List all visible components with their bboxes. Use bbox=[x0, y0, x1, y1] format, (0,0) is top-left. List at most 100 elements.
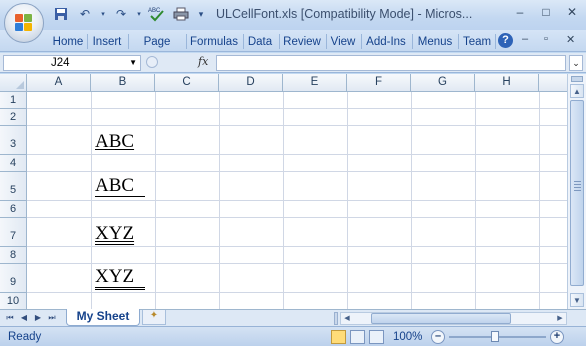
row-header-6[interactable]: 6 bbox=[0, 201, 27, 218]
ribbon-minimize-icon[interactable]: – bbox=[522, 33, 528, 45]
tab-data[interactable]: Data bbox=[245, 33, 275, 51]
row-header-5[interactable]: 5 bbox=[0, 172, 27, 201]
tab-review[interactable]: Review bbox=[281, 33, 323, 51]
gridline bbox=[27, 292, 567, 293]
page-layout-view-button[interactable] bbox=[350, 330, 365, 344]
status-bar: Ready 100% – + bbox=[0, 326, 586, 346]
scroll-left-icon[interactable]: ◀ bbox=[341, 313, 353, 324]
tab-menus[interactable]: Menus bbox=[415, 33, 455, 51]
cell-b7[interactable]: XYZ bbox=[95, 224, 134, 244]
row-header-2[interactable]: 2 bbox=[0, 109, 27, 126]
vertical-scrollbar[interactable]: ▲ ▼ bbox=[567, 74, 586, 309]
split-box[interactable] bbox=[571, 76, 583, 82]
insert-function-icon[interactable]: fx bbox=[198, 55, 208, 68]
name-box-value: J24 bbox=[51, 57, 70, 69]
sheet-tab-bar: ⏮ ◀ ▶ ⏭ My Sheet ✦ ◀ ▶ bbox=[0, 309, 586, 326]
column-header-e[interactable]: E bbox=[283, 74, 347, 92]
cell-b3[interactable]: ABC bbox=[95, 132, 134, 152]
save-icon[interactable] bbox=[52, 6, 70, 22]
title-bar: ↶ ▾ ↷ ▾ ABC ▾ ULCellFont.xls [Compatibil… bbox=[0, 0, 586, 30]
office-logo-icon bbox=[15, 14, 33, 32]
status-text: Ready bbox=[8, 331, 42, 343]
row-header-7[interactable]: 7 bbox=[0, 218, 27, 247]
insert-sheet-icon[interactable]: ✦ bbox=[142, 310, 166, 325]
tab-separator bbox=[243, 34, 244, 49]
tab-add-ins[interactable]: Add-Ins bbox=[364, 33, 408, 51]
gridline bbox=[27, 108, 567, 109]
tab-view[interactable]: View bbox=[328, 33, 358, 51]
formula-input[interactable] bbox=[216, 55, 566, 71]
office-button[interactable] bbox=[4, 3, 44, 43]
tab-separator bbox=[458, 34, 459, 49]
scroll-up-icon[interactable]: ▲ bbox=[570, 84, 584, 98]
gridline bbox=[27, 171, 567, 172]
name-box[interactable]: J24 ▼ bbox=[3, 55, 141, 71]
horizontal-scrollbar[interactable]: ◀ ▶ bbox=[340, 312, 567, 325]
cell-b9[interactable]: XYZ bbox=[95, 267, 146, 290]
undo-icon[interactable]: ↶ bbox=[76, 6, 94, 22]
tab-split-handle[interactable] bbox=[334, 312, 338, 325]
redo-icon[interactable]: ↷ bbox=[112, 6, 130, 22]
last-sheet-icon[interactable]: ⏭ bbox=[46, 312, 58, 324]
scroll-down-icon[interactable]: ▼ bbox=[570, 293, 584, 307]
row-header-8[interactable]: 8 bbox=[0, 247, 27, 264]
tab-separator bbox=[186, 34, 187, 49]
select-all-corner[interactable] bbox=[0, 74, 27, 92]
column-header-i[interactable] bbox=[539, 74, 567, 92]
customize-toolbar-icon[interactable]: ▾ bbox=[196, 6, 206, 22]
tab-formulas[interactable]: Formulas bbox=[188, 33, 240, 51]
row-header-1[interactable]: 1 bbox=[0, 92, 27, 109]
formula-circle-icon bbox=[146, 56, 158, 68]
undo-dropdown-icon[interactable]: ▾ bbox=[100, 6, 106, 22]
sheet-tab-my-sheet[interactable]: My Sheet bbox=[66, 309, 140, 326]
column-header-c[interactable]: C bbox=[155, 74, 219, 92]
minimize-button[interactable]: – bbox=[510, 4, 530, 20]
zoom-in-button[interactable]: + bbox=[550, 330, 564, 344]
vertical-scroll-thumb[interactable] bbox=[570, 100, 584, 286]
column-header-a[interactable]: A bbox=[27, 74, 91, 92]
workbook-close-icon[interactable]: ✕ bbox=[566, 33, 575, 46]
zoom-level[interactable]: 100% bbox=[393, 331, 422, 343]
spelling-icon[interactable]: ABC bbox=[148, 6, 166, 22]
zoom-slider-thumb[interactable] bbox=[491, 331, 499, 342]
window-controls: – □ ✕ bbox=[510, 4, 582, 20]
name-box-dropdown-icon[interactable]: ▼ bbox=[129, 56, 137, 70]
column-header-d[interactable]: D bbox=[219, 74, 283, 92]
tab-home[interactable]: Home bbox=[50, 33, 86, 51]
column-header-b[interactable]: B bbox=[91, 74, 155, 92]
ribbon-tabs: Home Insert Page Layo Formulas Data Revi… bbox=[0, 30, 586, 52]
maximize-button[interactable]: □ bbox=[536, 4, 556, 20]
row-header-4[interactable]: 4 bbox=[0, 155, 27, 172]
redo-dropdown-icon[interactable]: ▾ bbox=[136, 6, 142, 22]
horizontal-scroll-thumb[interactable] bbox=[371, 313, 511, 324]
close-button[interactable]: ✕ bbox=[562, 4, 582, 20]
tab-separator bbox=[128, 34, 129, 49]
tab-page-layout[interactable]: Page Layo bbox=[130, 33, 184, 51]
tab-separator bbox=[87, 34, 88, 49]
page-break-preview-button[interactable] bbox=[369, 330, 384, 344]
column-header-f[interactable]: F bbox=[347, 74, 411, 92]
next-sheet-icon[interactable]: ▶ bbox=[32, 312, 44, 324]
print-icon[interactable] bbox=[172, 6, 190, 22]
ribbon-restore-icon[interactable]: ▫ bbox=[544, 33, 548, 45]
formula-bar: J24 ▼ fx ⌄ bbox=[0, 53, 586, 73]
row-header-9[interactable]: 9 bbox=[0, 264, 27, 293]
column-header-g[interactable]: G bbox=[411, 74, 475, 92]
row-header-3[interactable]: 3 bbox=[0, 126, 27, 155]
grip-line bbox=[574, 184, 581, 185]
gridline bbox=[27, 125, 567, 126]
zoom-out-button[interactable]: – bbox=[431, 330, 445, 344]
worksheet-grid[interactable]: A B C D E F G H 1 2 3 4 5 6 7 8 9 10 ABC… bbox=[0, 74, 567, 309]
row-header-10[interactable]: 10 bbox=[0, 293, 27, 309]
prev-sheet-icon[interactable]: ◀ bbox=[18, 312, 30, 324]
tab-team[interactable]: Team bbox=[460, 33, 494, 51]
cell-b5[interactable]: ABC bbox=[95, 176, 146, 197]
scroll-right-icon[interactable]: ▶ bbox=[554, 313, 566, 324]
expand-formula-bar-icon[interactable]: ⌄ bbox=[569, 55, 583, 71]
help-icon[interactable]: ? bbox=[498, 33, 513, 48]
column-header-h[interactable]: H bbox=[475, 74, 539, 92]
tab-insert[interactable]: Insert bbox=[89, 33, 125, 51]
first-sheet-icon[interactable]: ⏮ bbox=[4, 312, 16, 324]
normal-view-button[interactable] bbox=[331, 330, 346, 344]
gridline bbox=[27, 154, 567, 155]
